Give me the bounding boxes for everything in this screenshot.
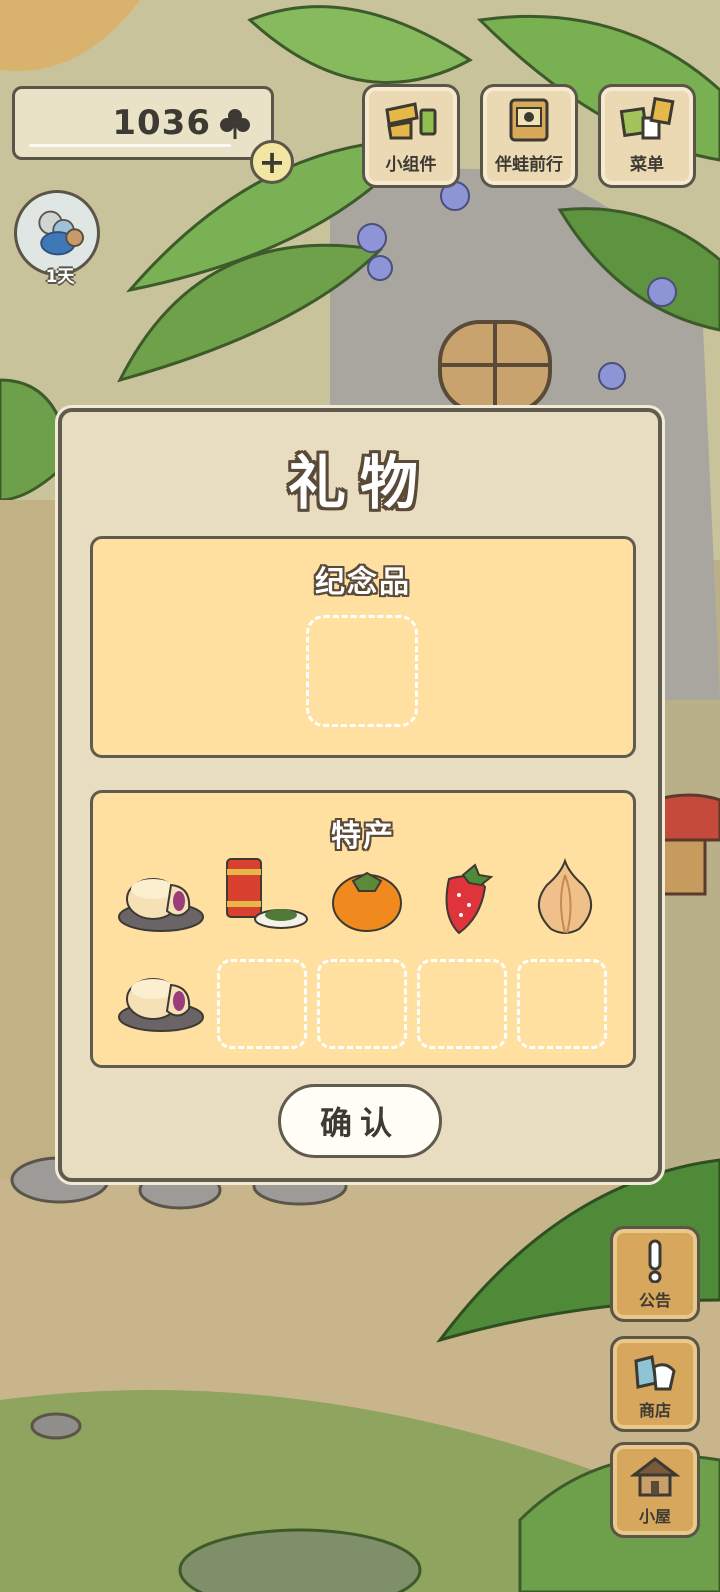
frog-album-icon [509,98,549,142]
dialog-title: 礼物 [287,449,432,517]
menu-cards-icon [619,96,675,140]
persimmon-icon [332,871,402,932]
house-button[interactable]: 小屋 [610,1442,700,1538]
specialty-title: 特产 [331,819,395,854]
pastry-icon [118,978,204,1032]
onion-icon [538,857,592,934]
clover-count: 1036 [112,103,211,143]
house-icon [630,1457,680,1497]
widget-button[interactable]: 小组件 [362,84,460,188]
widget-icon [385,102,437,140]
souvenir-empty-slot[interactable] [306,615,418,727]
add-clover-button[interactable]: + [250,140,294,184]
specialty-empty-slot[interactable] [517,959,607,1049]
notice-button[interactable]: 公告 [610,1226,700,1322]
frog-portrait-icon [38,210,84,256]
house-label: 小屋 [638,1507,671,1526]
notice-label: 公告 [638,1291,671,1310]
menu-label: 菜单 [630,155,664,175]
pastry-icon [118,878,204,932]
gift-dialog: 礼物 纪念品 特产 确认 [58,408,662,1182]
specialty-empty-slot[interactable] [217,959,307,1049]
shop-label: 商店 [638,1401,671,1420]
specialty-item-persimmon[interactable] [319,859,415,939]
shop-button[interactable]: 商店 [610,1336,700,1432]
specialty-item-onion[interactable] [517,857,613,937]
shop-bag-icon [634,1355,676,1391]
clover-counter: 1036 [12,86,274,160]
specialty-section: 特产 [90,790,636,1068]
specialty-item-strawberry[interactable] [419,857,515,937]
specialty-empty-slot[interactable] [417,959,507,1049]
specialty-item-tea[interactable] [217,855,313,935]
exclamation-icon [648,1239,662,1283]
frog-album-label: 伴蛙前行 [495,155,563,175]
clover-icon [220,109,250,139]
specialty-item-pastry-2[interactable] [115,959,211,1039]
specialty-empty-slot[interactable] [317,959,407,1049]
souvenir-title: 纪念品 [315,565,411,600]
counter-underline [29,144,231,147]
days-counter: 1天 [45,267,75,287]
frog-album-button[interactable]: 伴蛙前行 [480,84,578,188]
specialty-item-pastry[interactable] [115,859,211,939]
confirm-button[interactable]: 确认 [278,1084,442,1158]
tea-tin-icon [226,858,308,929]
widget-label: 小组件 [385,155,437,175]
menu-button[interactable]: 菜单 [598,84,696,188]
souvenir-section: 纪念品 [90,536,636,758]
strawberry-icon [445,863,494,935]
